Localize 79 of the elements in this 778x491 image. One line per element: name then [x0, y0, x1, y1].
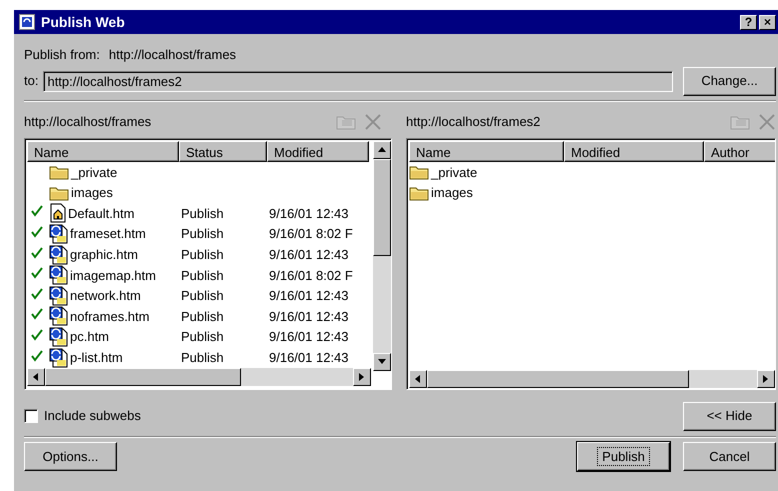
- column-header[interactable]: Modified: [564, 141, 704, 162]
- destination-field[interactable]: http://localhost/frames2: [43, 70, 674, 92]
- folder-icon: [49, 164, 70, 180]
- folder-url-label: http://localhost/frames2: [406, 113, 540, 132]
- new-folder-icon: [730, 114, 750, 130]
- folder-url-label: http://localhost/frames: [24, 113, 152, 132]
- file-name[interactable]: images: [431, 183, 473, 203]
- scroll-up-button[interactable]: [373, 141, 391, 159]
- table-cell-text: 9/16/01 12:43: [269, 287, 349, 306]
- column-header[interactable]: Status: [179, 141, 267, 162]
- folder-icon: [409, 184, 430, 201]
- frames-page-icon: [49, 306, 69, 326]
- file-name[interactable]: Default.htm: [68, 204, 134, 224]
- file-name[interactable]: _private: [431, 162, 478, 182]
- table-cell-text: Publish: [181, 287, 224, 306]
- change-button[interactable]: Change...: [683, 66, 776, 96]
- frames-page-icon: [49, 244, 69, 265]
- delete-icon: [364, 113, 382, 131]
- delete-icon: [758, 113, 776, 131]
- table-cell-text: Publish: [181, 225, 224, 244]
- scroll-left-button[interactable]: [409, 370, 427, 388]
- folder-icon: [49, 184, 70, 201]
- scroll-left-button[interactable]: [27, 368, 45, 386]
- column-header[interactable]: Author: [704, 141, 775, 162]
- column-header[interactable]: Modified: [267, 141, 369, 162]
- table-cell-text: Publish: [181, 266, 224, 285]
- arrow-icon: [377, 145, 387, 155]
- frames-page-icon: [49, 224, 69, 244]
- file-name[interactable]: imagemap.htm: [70, 266, 156, 286]
- frames-page-icon: [49, 286, 69, 306]
- file-name[interactable]: p-list.htm: [70, 348, 123, 368]
- help-button[interactable]: ?: [740, 14, 757, 30]
- table-cell-text: Publish: [181, 328, 224, 346]
- app-icon: [19, 14, 35, 30]
- table-cell-text: Publish: [181, 348, 224, 367]
- source-url: http://localhost/frames: [108, 46, 236, 64]
- scroll-right-button[interactable]: [757, 370, 775, 388]
- window-title: Publish Web: [41, 12, 126, 32]
- table-cell-text: Publish: [181, 308, 224, 326]
- file-name[interactable]: frameset.htm: [70, 224, 146, 244]
- arrow-icon: [31, 372, 41, 382]
- file-name[interactable]: _private: [71, 162, 118, 182]
- scroll-down-button[interactable]: [373, 353, 391, 371]
- table-cell-text: 9/16/01 8:02 F: [269, 266, 353, 285]
- publish-from-label: Publish from:: [24, 46, 100, 64]
- table-cell-text: 9/16/01 12:43: [269, 328, 349, 346]
- publish-button[interactable]: Publish: [577, 442, 670, 471]
- table-cell-text: 9/16/01 12:43: [269, 246, 349, 264]
- file-name[interactable]: graphic.htm: [70, 244, 138, 264]
- file-name[interactable]: network.htm: [70, 286, 141, 306]
- table-cell-text: 9/16/01 12:43: [269, 204, 349, 223]
- scroll-thumb[interactable]: [373, 159, 391, 256]
- close-button[interactable]: ×: [759, 14, 776, 30]
- arrow-icon: [413, 374, 423, 384]
- file-name[interactable]: pc.htm: [70, 327, 110, 347]
- scroll-thumb[interactable]: [427, 370, 689, 388]
- checkbox-label[interactable]: Include subwebs: [44, 406, 141, 426]
- file-name[interactable]: noframes.htm: [70, 306, 150, 326]
- home-page-icon: [49, 203, 67, 224]
- table-cell-text: Publish: [181, 246, 224, 264]
- table-cell-text: 9/16/01 12:43: [269, 308, 349, 326]
- cancel-button[interactable]: Cancel: [683, 442, 776, 471]
- frames-page-icon: [49, 265, 69, 286]
- checkbox[interactable]: [24, 409, 38, 423]
- frames-page-icon: [49, 348, 69, 368]
- options-button[interactable]: Options...: [24, 442, 117, 471]
- table-cell-text: 9/16/01 12:43: [269, 348, 349, 367]
- to-label: to:: [24, 72, 38, 90]
- table-cell-text: 9/16/01 8:02 F: [269, 225, 353, 244]
- table-cell-text: Publish: [181, 204, 224, 223]
- hide-button[interactable]: << Hide: [683, 402, 776, 430]
- column-header[interactable]: Name: [27, 141, 179, 162]
- folder-icon: [409, 164, 430, 180]
- frames-page-icon: [49, 327, 69, 348]
- scroll-right-button[interactable]: [353, 368, 371, 386]
- new-folder-icon: [336, 114, 356, 130]
- file-name[interactable]: images: [71, 183, 113, 203]
- scroll-thumb[interactable]: [45, 368, 241, 386]
- column-header[interactable]: Name: [409, 141, 564, 162]
